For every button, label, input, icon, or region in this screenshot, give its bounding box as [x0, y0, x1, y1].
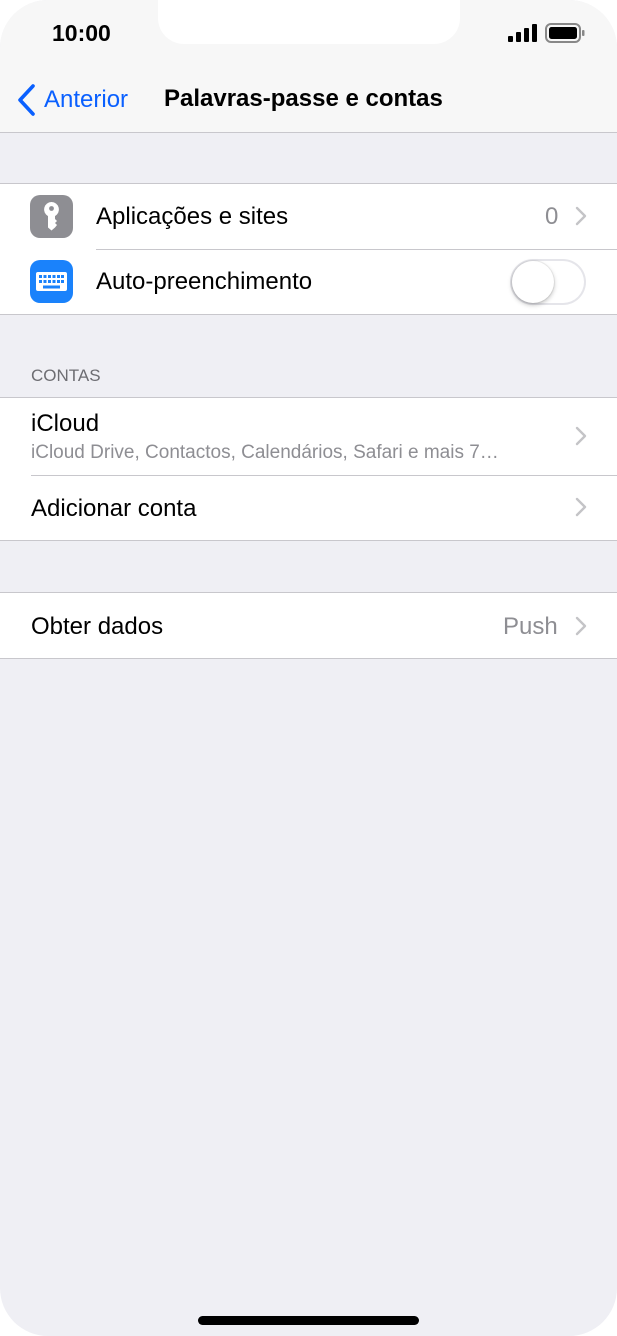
- fetch-data-row[interactable]: Obter dados Push: [0, 593, 617, 658]
- icloud-subtitle: iCloud Drive, Contactos, Calendários, Sa…: [31, 442, 499, 463]
- status-time: 10:00: [52, 20, 111, 46]
- add-account-row[interactable]: Adicionar conta: [0, 475, 617, 540]
- status-bar: 10:00: [0, 0, 617, 68]
- autofill-toggle[interactable]: [510, 259, 586, 305]
- accounts-group: iCloud iCloud Drive, Contactos, Calendár…: [0, 397, 617, 541]
- autofill-label: Auto-preenchimento: [96, 268, 313, 295]
- icloud-title: iCloud: [31, 410, 100, 437]
- passwords-group: Aplicações e sites 0 Auto-preenchimento: [0, 183, 617, 315]
- back-button[interactable]: Anterior: [16, 82, 128, 118]
- chevron-right-icon: [575, 497, 587, 517]
- autofill-row: Auto-preenchimento: [0, 249, 617, 314]
- notch: [158, 0, 460, 44]
- toggle-knob: [512, 261, 554, 303]
- phone-screen: 10:00 Anterior Palavras-passe e contas A…: [0, 0, 617, 1336]
- accounts-section-header: CONTAS: [31, 366, 101, 385]
- apps-and-sites-row[interactable]: Aplicações e sites 0: [0, 184, 617, 249]
- navigation-bar: Anterior Palavras-passe e contas: [0, 68, 617, 133]
- fetch-data-value: Push: [503, 613, 558, 640]
- signal-icon: [508, 24, 537, 42]
- battery-icon: [545, 23, 585, 43]
- icloud-row[interactable]: iCloud iCloud Drive, Contactos, Calendár…: [0, 398, 617, 475]
- page-title: Palavras-passe e contas: [164, 85, 443, 112]
- apps-and-sites-label: Aplicações e sites: [96, 203, 289, 230]
- fetch-group: Obter dados Push: [0, 592, 617, 659]
- chevron-right-icon: [575, 206, 587, 226]
- chevron-right-icon: [575, 616, 587, 636]
- apps-and-sites-count: 0: [545, 203, 559, 230]
- add-account-label: Adicionar conta: [31, 495, 197, 522]
- key-icon: [30, 195, 73, 238]
- home-indicator[interactable]: [198, 1316, 419, 1325]
- fetch-data-label: Obter dados: [31, 613, 164, 640]
- back-chevron-icon: [18, 84, 35, 116]
- chevron-right-icon: [575, 426, 587, 446]
- back-button-label: Anterior: [44, 86, 129, 113]
- keyboard-icon: [30, 260, 73, 303]
